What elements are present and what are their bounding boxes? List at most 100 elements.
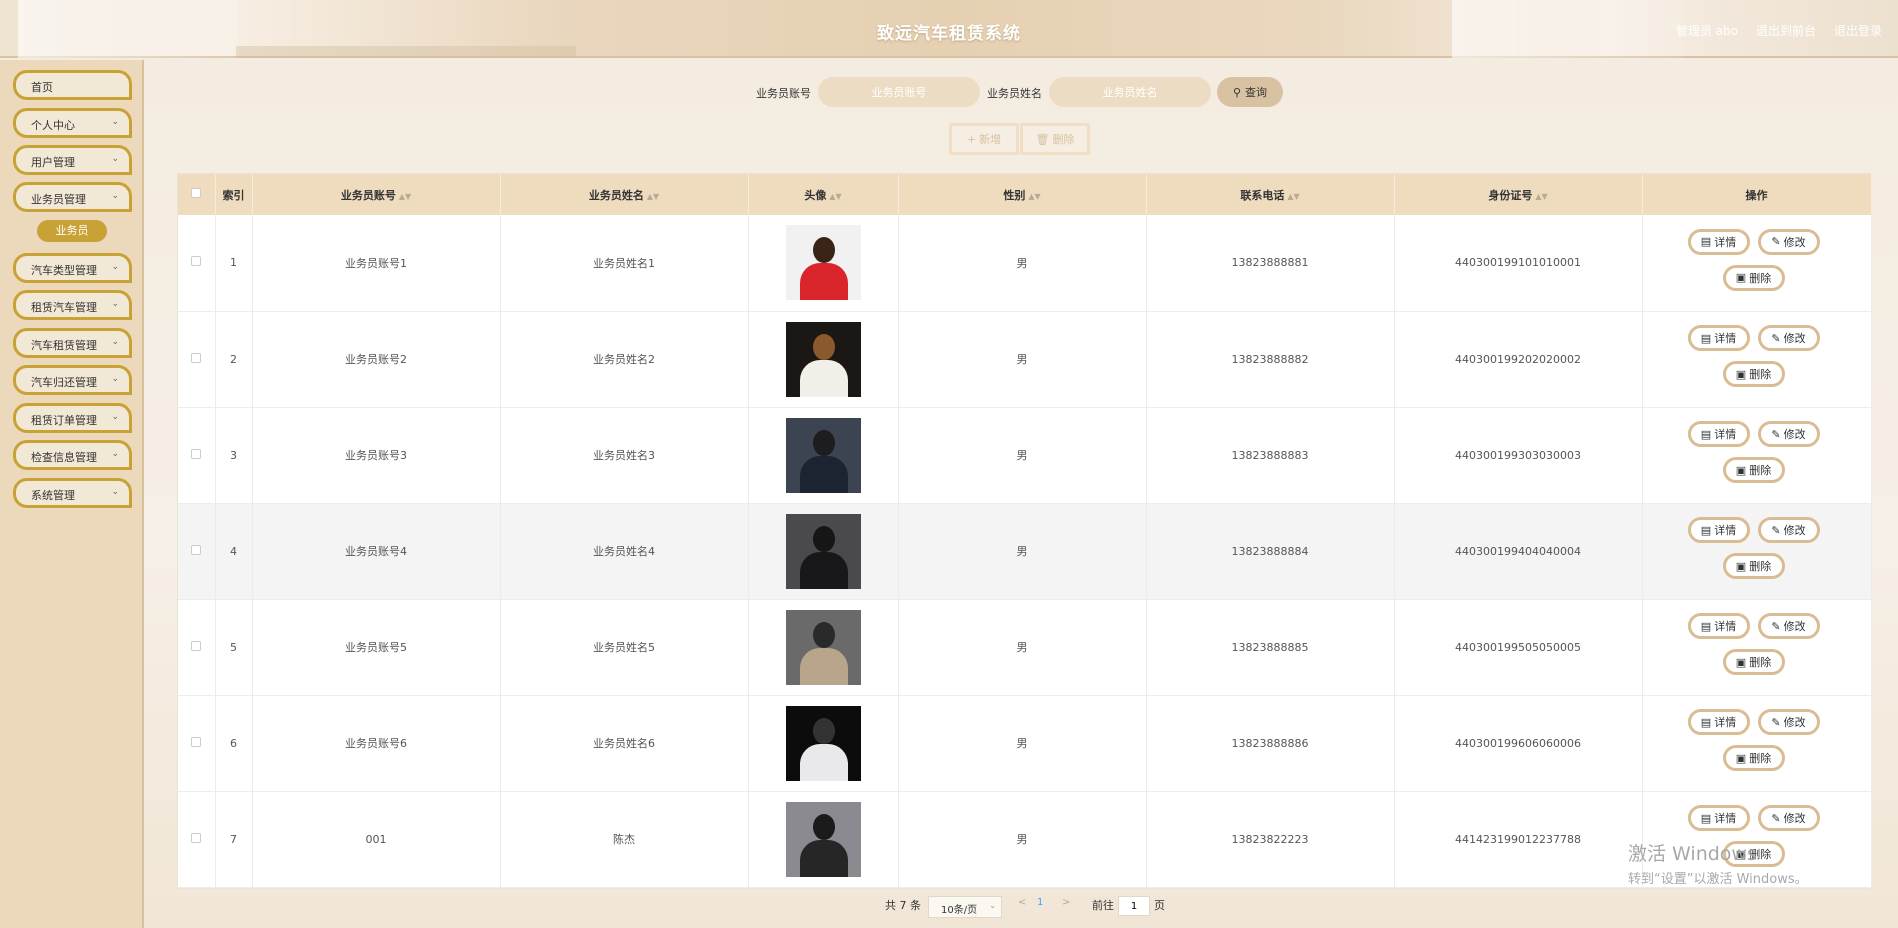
table-row[interactable]: 1 业务员账号1 业务员姓名1 男 13823888881 4403001991…	[178, 215, 1872, 312]
add-button[interactable]: + 新增	[949, 123, 1019, 155]
column-header-index: 索引	[215, 174, 253, 215]
chevron-down-icon: ⌄	[111, 374, 119, 384]
sort-icon[interactable]: ▲▼	[829, 192, 841, 201]
page-number-current[interactable]: 1	[1037, 897, 1043, 908]
column-header-name[interactable]: 业务员姓名 ▲▼	[500, 174, 749, 215]
detail-button-label: 详情	[1714, 235, 1737, 249]
edit-button[interactable]: ✎ 修改	[1757, 228, 1820, 255]
delete-button[interactable]: ▣ 删除	[1722, 361, 1785, 387]
query-button[interactable]: ⚲ 查询	[1217, 77, 1283, 107]
delete-button-label: 删除	[1749, 560, 1772, 573]
detail-button[interactable]: ▤ 详情	[1687, 325, 1750, 351]
document-icon: ▤	[1700, 235, 1712, 249]
sidebar-item-label: 汽车类型管理	[31, 264, 97, 277]
table-row[interactable]: 6 业务员账号6 业务员姓名6 男 13823888886 4403001996…	[178, 695, 1872, 792]
back-to-front-link[interactable]: 退出到前台	[1756, 22, 1816, 39]
avatar[interactable]	[785, 225, 861, 301]
sidebar-item-rental-car-management[interactable]: 租赁汽车管理 ⌄	[13, 290, 132, 320]
delete-button-label: 删除	[1749, 656, 1772, 669]
row-checkbox[interactable]	[191, 832, 202, 843]
sidebar-item-personal-center[interactable]: 个人中心 ⌄	[13, 108, 132, 138]
table-row[interactable]: 3 业务员账号3 业务员姓名3 男 13823888883 4403001993…	[178, 407, 1872, 504]
logout-link[interactable]: 退出登录	[1834, 22, 1882, 39]
chevron-down-icon: ⌄	[111, 191, 119, 201]
plus-icon: +	[966, 132, 977, 146]
sidebar-subitem-salesperson[interactable]: 业务员	[37, 220, 107, 242]
edit-button[interactable]: ✎ 修改	[1757, 421, 1820, 447]
detail-button[interactable]: ▤ 详情	[1687, 228, 1750, 255]
row-actions: ▤ 详情 ✎ 修改 ▣ 删除	[1643, 705, 1871, 781]
detail-button[interactable]: ▤ 详情	[1687, 805, 1750, 831]
select-all-checkbox[interactable]	[191, 188, 202, 198]
sort-icon[interactable]: ▲▼	[647, 192, 659, 201]
table-row[interactable]: 7 001 陈杰 男 13823822223 44142319901223778…	[178, 791, 1872, 888]
delete-button[interactable]: ▣ 删除	[1722, 649, 1785, 675]
account-search-input[interactable]	[818, 77, 980, 107]
edit-icon: ✎	[1771, 427, 1781, 441]
sidebar-item-label: 租赁订单管理	[31, 414, 97, 427]
batch-delete-button[interactable]: 🗑 删除	[1020, 123, 1090, 155]
row-checkbox-cell	[178, 311, 216, 408]
row-checkbox[interactable]	[191, 256, 202, 267]
delete-button[interactable]: ▣ 删除	[1722, 553, 1785, 579]
row-checkbox[interactable]	[191, 640, 202, 651]
edit-button[interactable]: ✎ 修改	[1757, 613, 1820, 639]
actions-cell: ▤ 详情 ✎ 修改 ▣ 删除	[1642, 215, 1872, 312]
edit-button[interactable]: ✎ 修改	[1757, 805, 1820, 831]
row-checkbox[interactable]	[191, 448, 202, 459]
edit-button[interactable]: ✎ 修改	[1757, 709, 1820, 735]
goto-page-input[interactable]	[1118, 896, 1150, 916]
avatar[interactable]	[785, 321, 861, 397]
sidebar-item-user-management[interactable]: 用户管理 ⌄	[13, 145, 132, 175]
avatar[interactable]	[785, 417, 861, 493]
sidebar-item-home[interactable]: 首页	[13, 70, 132, 100]
next-page-icon[interactable]: >	[1062, 897, 1070, 908]
name-search-input[interactable]	[1049, 77, 1211, 107]
column-header-phone[interactable]: 联系电话 ▲▼	[1146, 174, 1395, 215]
column-header-gender[interactable]: 性别 ▲▼	[898, 174, 1147, 215]
column-header-account[interactable]: 业务员账号 ▲▼	[252, 174, 501, 215]
table-row[interactable]: 2 业务员账号2 业务员姓名2 男 13823888882 4403001992…	[178, 311, 1872, 408]
app-title: 致远汽车租赁系统	[877, 24, 1021, 44]
avatar[interactable]	[785, 705, 861, 781]
sidebar-item-rental-order-management[interactable]: 租赁订单管理 ⌄	[13, 403, 132, 433]
sidebar-item-salesperson-management[interactable]: 业务员管理 ⌄	[13, 182, 132, 212]
edit-button[interactable]: ✎ 修改	[1757, 325, 1820, 351]
delete-button[interactable]: ▣ 删除	[1722, 457, 1785, 483]
avatar[interactable]	[785, 609, 861, 685]
delete-button[interactable]: ▣ 删除	[1722, 745, 1785, 771]
sort-icon[interactable]: ▲▼	[1287, 192, 1299, 201]
document-icon: ▤	[1700, 811, 1712, 825]
avatar-body	[799, 455, 848, 493]
sidebar-item-car-type-management[interactable]: 汽车类型管理 ⌄	[13, 253, 132, 283]
sidebar-item-car-rental-management[interactable]: 汽车租赁管理 ⌄	[13, 328, 132, 358]
sidebar-item-car-return-management[interactable]: 汽车归还管理 ⌄	[13, 365, 132, 395]
table-row[interactable]: 5 业务员账号5 业务员姓名5 男 13823888885 4403001995…	[178, 599, 1872, 696]
sort-icon[interactable]: ▲▼	[399, 192, 411, 201]
detail-button-label: 详情	[1714, 620, 1737, 633]
detail-button[interactable]: ▤ 详情	[1687, 421, 1750, 447]
table-row[interactable]: 4 业务员账号4 业务员姓名4 男 13823888884 4403001994…	[178, 503, 1872, 600]
gender-cell: 男	[898, 599, 1147, 696]
column-header-id-card[interactable]: 身份证号 ▲▼	[1394, 174, 1643, 215]
detail-button[interactable]: ▤ 详情	[1687, 613, 1750, 639]
name-cell: 陈杰	[500, 791, 749, 888]
column-header-avatar[interactable]: 头像 ▲▼	[748, 174, 899, 215]
detail-button[interactable]: ▤ 详情	[1687, 709, 1750, 735]
edit-button[interactable]: ✎ 修改	[1757, 517, 1820, 543]
sidebar-item-system-management[interactable]: 系统管理 ⌄	[13, 478, 132, 508]
page-size-select[interactable]: 10条/页 ⌄	[928, 896, 1002, 918]
account-cell: 业务员账号4	[252, 503, 501, 600]
avatar[interactable]	[785, 513, 861, 589]
avatar[interactable]	[785, 801, 861, 877]
detail-button[interactable]: ▤ 详情	[1687, 517, 1750, 543]
phone-cell: 13823888886	[1146, 695, 1395, 792]
sort-icon[interactable]: ▲▼	[1535, 192, 1547, 201]
sort-icon[interactable]: ▲▼	[1028, 192, 1040, 201]
row-checkbox[interactable]	[191, 544, 202, 555]
delete-button[interactable]: ▣ 删除	[1722, 264, 1785, 291]
sidebar-item-inspection-management[interactable]: 检查信息管理 ⌄	[13, 440, 132, 470]
prev-page-icon[interactable]: <	[1018, 897, 1026, 908]
row-checkbox[interactable]	[191, 736, 202, 747]
row-checkbox[interactable]	[191, 352, 202, 363]
